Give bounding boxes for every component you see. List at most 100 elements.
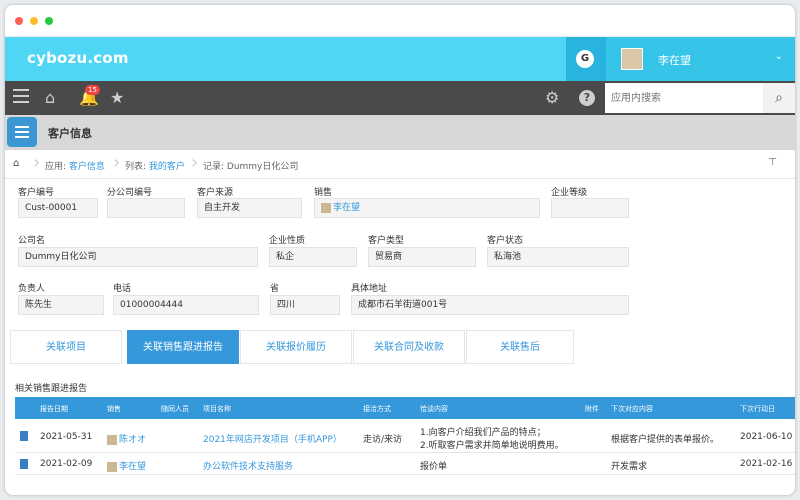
project-link[interactable]: 办公软件技术支持服务	[203, 462, 293, 472]
field-label-status: 客户状态	[487, 236, 524, 246]
field-label-phone: 电话	[113, 284, 132, 294]
browser-window: cybozu.com G 李在望 ⌄ ⌂ 🔔 15 ★ ⚙ ? ⌕ 客户信息 ⌂…	[5, 5, 795, 495]
field-type: 贸易商	[368, 247, 476, 267]
column-header: 项目名称	[203, 405, 231, 413]
field-status: 私海池	[487, 247, 629, 267]
column-header: 报告日期	[40, 405, 68, 413]
document-icon[interactable]	[20, 459, 28, 469]
gear-icon[interactable]: ⚙	[545, 88, 559, 108]
field-label-branch-id: 分公司编号	[107, 188, 153, 198]
pin-icon[interactable]: ⊤	[768, 157, 777, 168]
column-header: 附件	[585, 405, 599, 413]
user-menu[interactable]: 李在望 ⌄	[606, 37, 795, 81]
field-company: Dummy日化公司	[18, 247, 258, 267]
next-content-cell: 根据客户提供的表单报价。	[611, 435, 720, 445]
brand-logo[interactable]: cybozu.com	[27, 49, 129, 67]
section-title: 相关销售跟进报告	[15, 384, 88, 394]
home-icon[interactable]: ⌂	[45, 88, 55, 108]
column-header: 随同人员	[161, 405, 189, 413]
field-label-sales: 销售	[314, 188, 333, 198]
breadcrumb-app: 应用: 客户信息	[45, 162, 105, 172]
field-level	[551, 198, 629, 218]
next-content-cell: 开发需求	[611, 462, 648, 472]
table-header: 报告日期 销售 随同人员 项目名称 接洽方式 恰谈内容 附件 下次对应内容 下次…	[15, 397, 795, 419]
table-row[interactable]: 2021-05-31 陈オオ 2021年网店开发项目（手机APP） 走访/来访 …	[15, 419, 795, 453]
tab-related-quotes[interactable]: 关联报价履历	[240, 330, 352, 364]
star-icon[interactable]: ★	[110, 88, 124, 108]
field-label-customer-id: 客户编号	[18, 188, 55, 198]
field-label-company: 公司名	[18, 236, 46, 246]
field-source: 自主开发	[197, 198, 302, 218]
table-row[interactable]: 2021-02-09 李在望 办公软件技术支持服务 报价单 开发需求 2021-…	[15, 453, 795, 475]
field-label-nature: 企业性质	[269, 236, 306, 246]
user-avatar-icon	[321, 202, 331, 213]
field-label-contact: 负责人	[18, 284, 46, 294]
search-input[interactable]	[605, 83, 763, 113]
content-line-1: 1.向客户介绍我们产品的特点；	[420, 428, 546, 438]
field-contact: 陈先生	[18, 295, 104, 315]
column-header: 接洽方式	[363, 405, 391, 413]
maximize-window-dot[interactable]	[45, 17, 53, 25]
column-header: 销售	[107, 405, 121, 413]
sales-user-link[interactable]: 李在望	[333, 203, 360, 213]
field-label-type: 客户类型	[368, 236, 405, 246]
method-cell: 走访/来访	[363, 435, 403, 445]
nav-toolbar: ⌂ 🔔 15 ★ ⚙ ? ⌕	[5, 81, 795, 115]
breadcrumb: ⌂ › 应用: 客户信息 › 列表: 我的客户 › 记录: Dummy日化公司 …	[5, 150, 795, 179]
field-sales: 李在望	[314, 198, 540, 218]
breadcrumb-separator-icon: ›	[191, 152, 199, 173]
user-avatar-icon	[107, 434, 117, 445]
tab-related-aftersales[interactable]: 关联售后	[466, 330, 574, 364]
close-window-dot[interactable]	[15, 17, 23, 25]
sales-report-table: 报告日期 销售 随同人员 项目名称 接洽方式 恰谈内容 附件 下次对应内容 下次…	[15, 397, 795, 475]
search-icon[interactable]: ⌕	[763, 83, 795, 113]
help-icon[interactable]: ?	[579, 90, 595, 106]
breadcrumb-list-link[interactable]: 我的客户	[149, 162, 185, 172]
field-address: 成都市石羊街道001号	[351, 295, 629, 315]
breadcrumb-separator-icon: ›	[113, 152, 121, 173]
breadcrumb-app-link[interactable]: 客户信息	[69, 162, 105, 172]
top-header: cybozu.com G 李在望 ⌄	[5, 37, 795, 81]
app-header: 客户信息	[5, 115, 795, 150]
g-menu-area[interactable]: G	[566, 37, 606, 81]
chevron-down-icon[interactable]: ⌄	[775, 51, 783, 62]
field-label-address: 具体地址	[351, 284, 388, 294]
field-province: 四川	[270, 295, 340, 315]
column-header: 下次对应内容	[611, 405, 653, 413]
breadcrumb-record: 记录: Dummy日化公司	[203, 162, 299, 172]
g-icon[interactable]: G	[576, 50, 594, 68]
sales-user-link[interactable]: 李在望	[119, 462, 146, 472]
field-label-level: 企业等级	[551, 188, 588, 198]
next-date-cell: 2021-06-10	[740, 432, 793, 442]
user-avatar	[621, 48, 643, 70]
field-nature: 私企	[269, 247, 357, 267]
column-header: 恰谈内容	[420, 405, 448, 413]
project-cell: 办公软件技术支持服务	[203, 459, 293, 472]
content-line-1: 报价单	[420, 462, 448, 472]
tab-related-projects[interactable]: 关联项目	[10, 330, 122, 364]
report-date: 2021-02-09	[40, 459, 93, 469]
column-header: 下次行动日	[740, 405, 775, 413]
app-list-icon[interactable]	[7, 117, 37, 147]
home-icon[interactable]: ⌂	[13, 158, 19, 169]
menu-icon[interactable]	[13, 89, 29, 107]
sales-user-link[interactable]: 陈オオ	[119, 435, 146, 445]
document-icon[interactable]	[20, 431, 28, 441]
notification-badge: 15	[85, 85, 100, 95]
breadcrumb-list: 列表: 我的客户	[125, 162, 185, 172]
app-title: 客户信息	[48, 127, 92, 140]
tab-related-sales-reports[interactable]: 关联销售跟进报告	[127, 330, 239, 364]
next-date-cell: 2021-02-16	[740, 459, 793, 469]
field-customer-id: Cust-00001	[18, 198, 98, 218]
minimize-window-dot[interactable]	[30, 17, 38, 25]
project-cell: 2021年网店开发项目（手机APP）	[203, 432, 342, 445]
field-branch-id	[107, 198, 185, 218]
user-name: 李在望	[658, 54, 691, 67]
field-label-source: 客户来源	[197, 188, 234, 198]
tab-related-contracts[interactable]: 关联合同及收款	[353, 330, 465, 364]
project-link[interactable]: 2021年网店开发项目（手机APP）	[203, 435, 342, 445]
window-chrome	[5, 5, 795, 37]
user-avatar-icon	[107, 461, 117, 472]
breadcrumb-separator-icon: ›	[33, 152, 41, 173]
sales-cell: 李在望	[107, 459, 146, 472]
